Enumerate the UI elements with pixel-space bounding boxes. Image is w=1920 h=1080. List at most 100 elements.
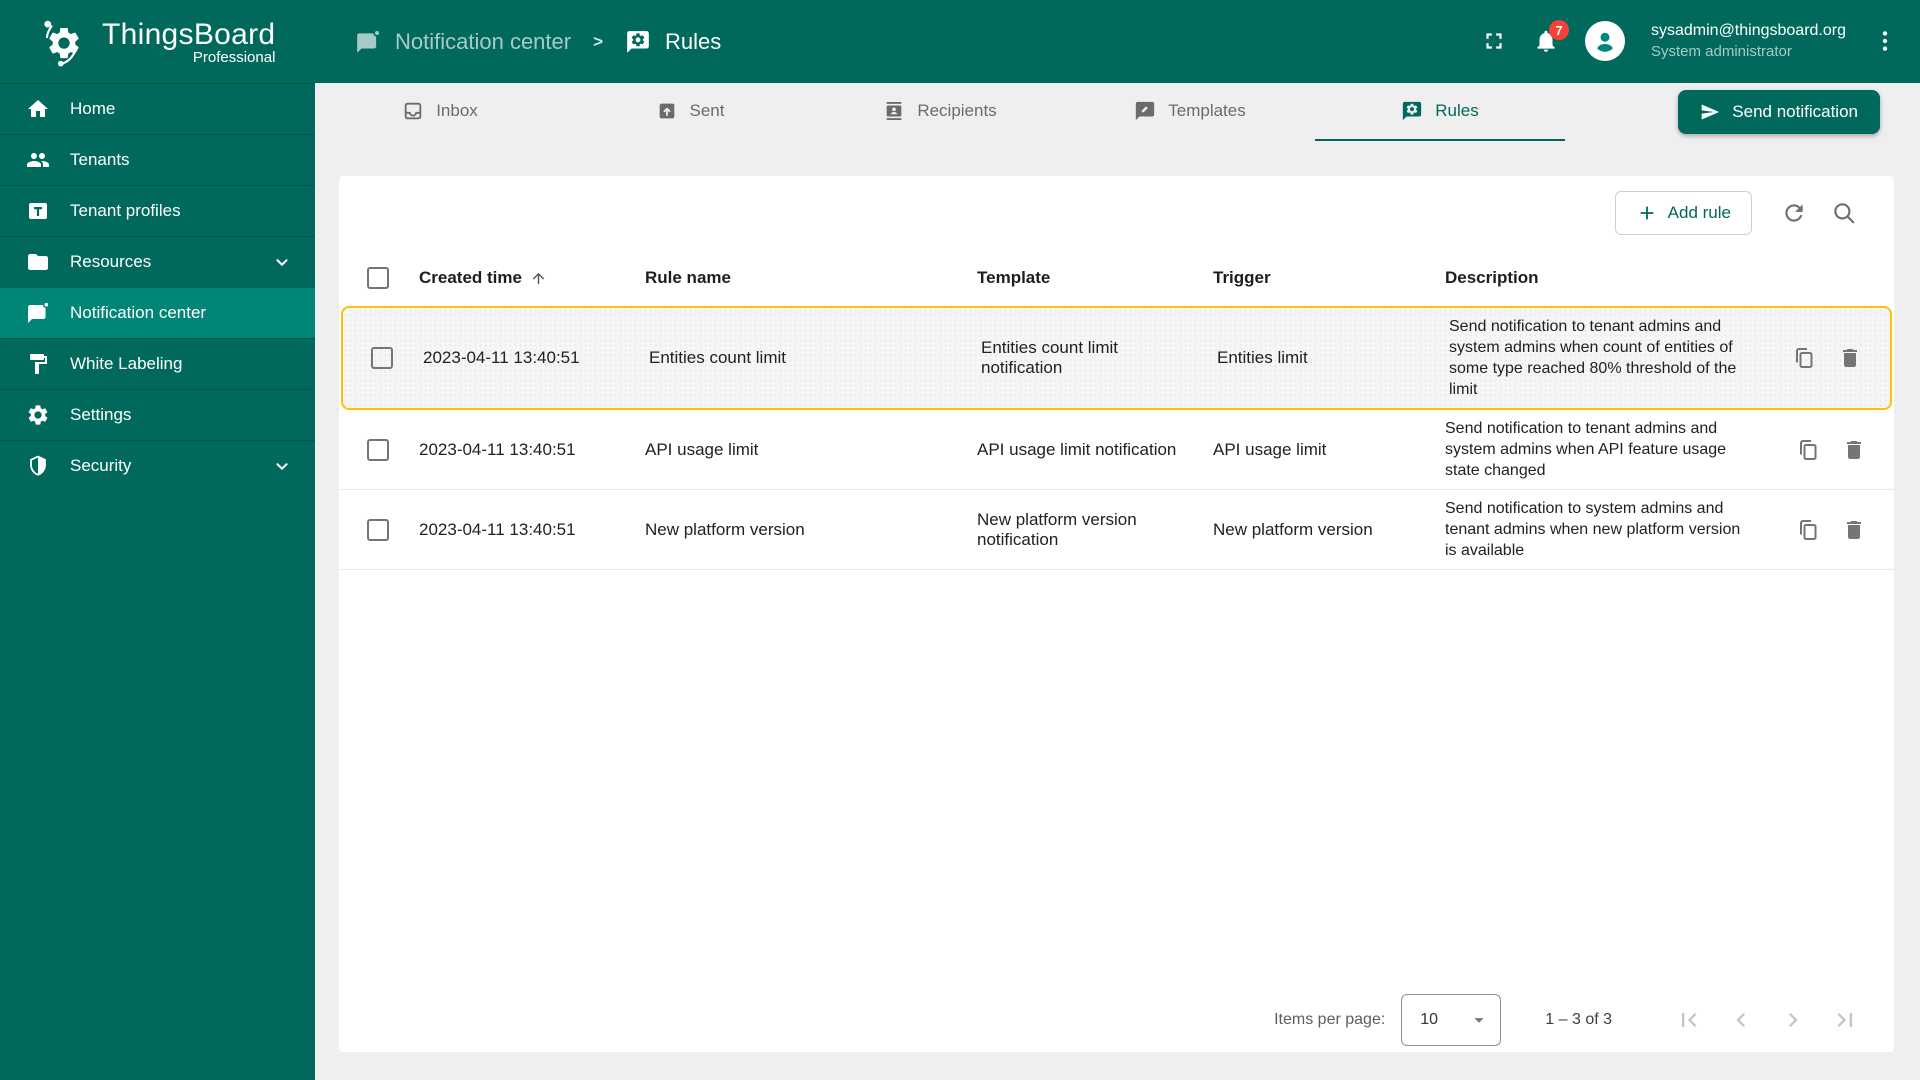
tab-templates[interactable]: Templates (1065, 83, 1315, 141)
sidebar-item-resources[interactable]: Resources (0, 236, 315, 287)
row-checkbox[interactable] (371, 347, 393, 369)
cell-rule-name: API usage limit (645, 439, 759, 459)
row-checkbox[interactable] (367, 438, 389, 461)
cell-template: API usage limit notification (977, 439, 1177, 459)
search-icon (1831, 200, 1857, 226)
sidebar-item-label: Tenant profiles (70, 201, 181, 220)
search-button[interactable] (1822, 191, 1866, 235)
refresh-button[interactable] (1772, 191, 1816, 235)
add-rule-button[interactable]: Add rule (1614, 191, 1752, 235)
first-page-button[interactable] (1666, 997, 1712, 1043)
table-row[interactable]: 2023-04-11 13:40:51 API usage limit API … (339, 410, 1894, 490)
copy-icon (1796, 518, 1820, 542)
sidebar-item-notification-center[interactable]: Notification center (0, 287, 315, 338)
sidebar-item-label: Tenants (70, 150, 130, 169)
rules-icon (1401, 100, 1423, 122)
breadcrumb-notification-center[interactable]: Notification center (355, 29, 571, 55)
sidebar-item-settings[interactable]: Settings (0, 389, 315, 440)
sidebar-item-label: White Labeling (70, 354, 183, 373)
column-header-description[interactable]: Description (1427, 268, 1764, 288)
home-icon (26, 97, 50, 121)
more-menu-button[interactable] (1872, 28, 1898, 54)
chevron-left-icon (1727, 1006, 1755, 1034)
tab-label: Rules (1435, 101, 1479, 120)
tab-rules[interactable]: Rules (1315, 83, 1565, 141)
select-all-checkbox[interactable] (367, 267, 389, 289)
chevron-right-icon (1779, 1006, 1807, 1034)
paint-icon (26, 352, 50, 376)
column-header-rule-name[interactable]: Rule name (627, 268, 959, 288)
sidebar: ThingsBoard Professional Home Tenants Te… (0, 0, 315, 1080)
cell-created-time: 2023-04-11 13:40:51 (423, 348, 580, 367)
tenants-icon (26, 148, 50, 172)
top-header: Notification center > Rules 7 sysadmin@t… (315, 0, 1920, 83)
delete-rule-button[interactable] (1838, 514, 1870, 546)
trash-icon (1838, 346, 1862, 370)
tab-inbox[interactable]: Inbox (315, 83, 565, 141)
sidebar-item-label: Security (70, 456, 132, 475)
user-info[interactable]: sysadmin@thingsboard.org System administ… (1651, 21, 1846, 61)
breadcrumb-rules[interactable]: Rules (625, 29, 721, 55)
gear-icon (26, 403, 50, 427)
fullscreen-button[interactable] (1481, 28, 1507, 54)
person-icon (1590, 26, 1620, 56)
cell-trigger: API usage limit (1213, 439, 1327, 459)
add-rule-label: Add rule (1667, 203, 1731, 222)
column-header-template[interactable]: Template (959, 268, 1195, 288)
sidebar-item-home[interactable]: Home (0, 83, 315, 134)
cell-trigger: Entities limit (1217, 348, 1308, 367)
copy-rule-button[interactable] (1792, 514, 1824, 546)
cell-created-time: 2023-04-11 13:40:51 (419, 519, 576, 539)
avatar[interactable] (1584, 21, 1625, 62)
cell-trigger: New platform version (1213, 519, 1373, 539)
sidebar-item-label: Resources (70, 252, 152, 271)
next-page-button[interactable] (1770, 997, 1816, 1043)
delete-rule-button[interactable] (1834, 342, 1866, 374)
breadcrumb-separator: > (593, 31, 604, 51)
previous-page-button[interactable] (1718, 997, 1764, 1043)
row-checkbox[interactable] (367, 518, 389, 541)
send-notification-label: Send notification (1732, 102, 1858, 121)
copy-icon (1796, 438, 1820, 462)
rules-icon (625, 29, 651, 55)
tab-sent[interactable]: Sent (565, 83, 815, 141)
send-notification-button[interactable]: Send notification (1678, 90, 1880, 134)
copy-rule-button[interactable] (1788, 342, 1820, 374)
notifications-button[interactable]: 7 (1533, 20, 1569, 54)
folder-icon (26, 250, 50, 274)
app-logo[interactable]: ThingsBoard Professional (0, 0, 315, 83)
brand-name: ThingsBoard (102, 17, 276, 51)
sidebar-item-tenants[interactable]: Tenants (0, 134, 315, 185)
fullscreen-icon (1481, 28, 1507, 54)
refresh-icon (1781, 200, 1807, 226)
paginator: Items per page: 10 1 – 3 of 3 (339, 988, 1894, 1052)
user-email: sysadmin@thingsboard.org (1650, 22, 1846, 40)
last-page-button[interactable] (1822, 997, 1868, 1043)
table-row[interactable]: 2023-04-11 13:40:51 Entities count limit… (341, 306, 1892, 410)
column-header-created-time[interactable]: Created time (419, 268, 611, 288)
inbox-icon (402, 100, 424, 122)
cell-description: Send notification to tenant admins and s… (1449, 318, 1737, 398)
notification-center-icon (26, 301, 50, 325)
tenant-profiles-icon (26, 199, 50, 223)
sort-ascending-icon (530, 270, 547, 287)
table-row[interactable]: 2023-04-11 13:40:51 New platform version… (339, 490, 1894, 570)
copy-icon (1792, 346, 1816, 370)
sidebar-item-white-labeling[interactable]: White Labeling (0, 338, 315, 389)
items-per-page-select[interactable]: 10 (1401, 994, 1502, 1046)
user-role: System administrator (1650, 43, 1792, 61)
sidebar-item-tenant-profiles[interactable]: Tenant profiles (0, 185, 315, 236)
delete-rule-button[interactable] (1838, 434, 1870, 466)
breadcrumb-current-label: Rules (665, 28, 722, 54)
plus-icon (1636, 202, 1658, 224)
column-header-trigger[interactable]: Trigger (1195, 268, 1427, 288)
sidebar-item-security[interactable]: Security (0, 440, 315, 491)
recipients-icon (883, 100, 905, 122)
tab-recipients[interactable]: Recipients (815, 83, 1065, 141)
copy-rule-button[interactable] (1792, 434, 1824, 466)
breadcrumb-parent-label: Notification center (395, 28, 572, 54)
items-per-page-label: Items per page: (1274, 1011, 1386, 1028)
notification-center-icon (355, 28, 381, 55)
tab-label: Sent (689, 101, 725, 120)
items-per-page-value: 10 (1420, 1011, 1439, 1028)
